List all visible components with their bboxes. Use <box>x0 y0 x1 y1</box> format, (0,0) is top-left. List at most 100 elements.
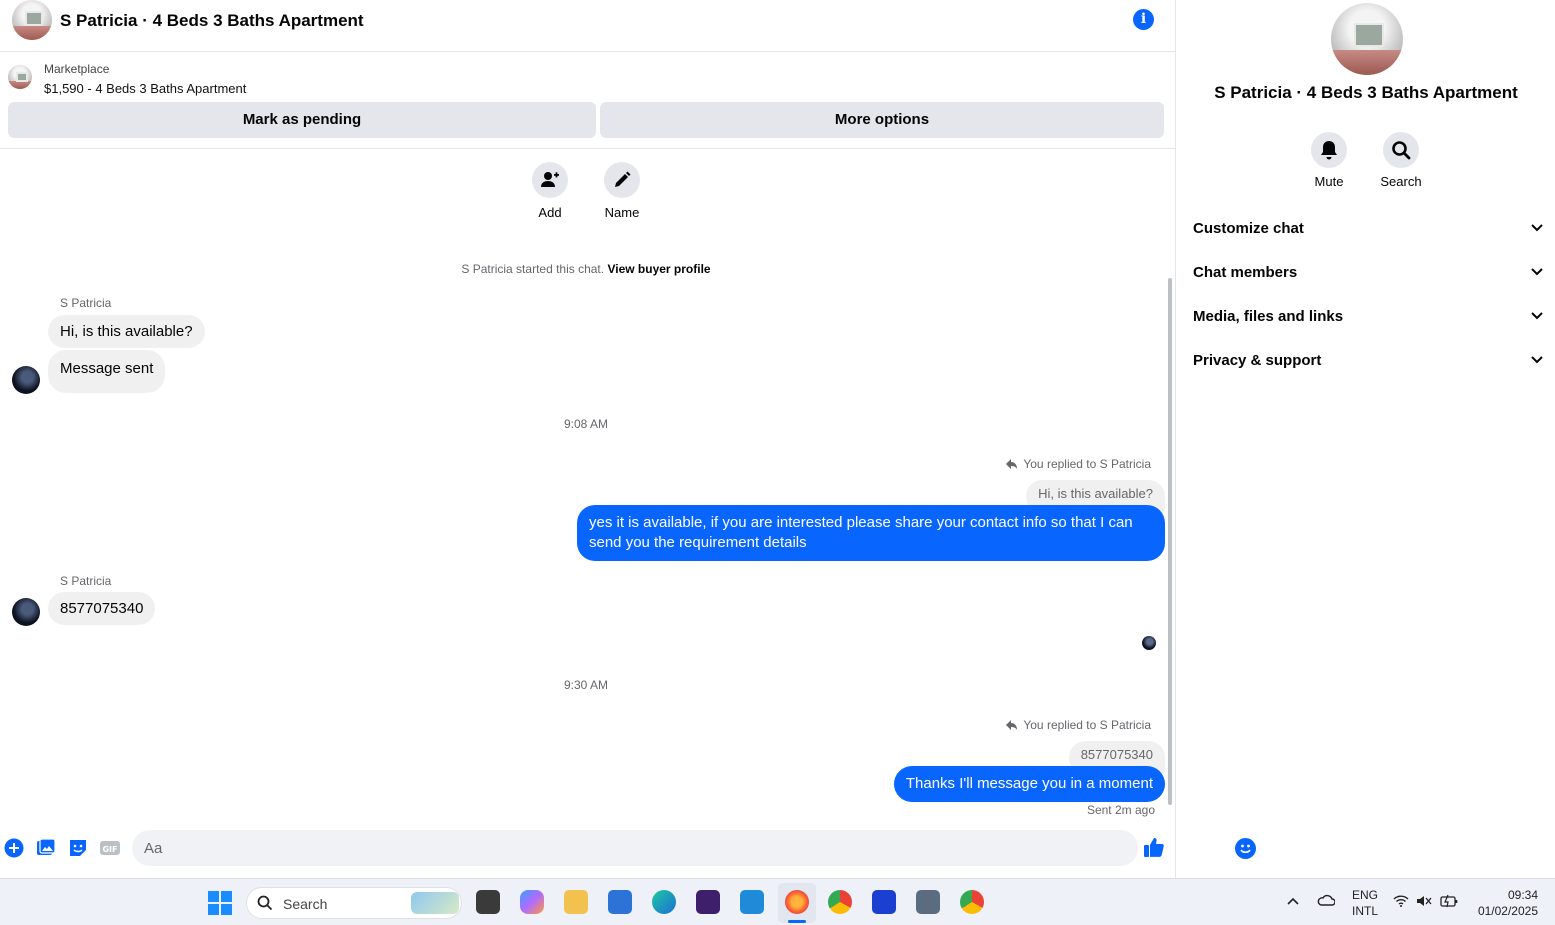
photo-icon[interactable] <box>36 838 56 858</box>
sent-status: Sent 2m ago <box>1086 803 1155 817</box>
sidebar-avatar[interactable] <box>1331 3 1403 75</box>
messenger-app: S Patricia · 4 Beds 3 Baths Apartment i … <box>0 0 1555 878</box>
add-label: Add <box>538 205 562 220</box>
mute-button[interactable]: Mute <box>1294 132 1364 189</box>
message-input[interactable] <box>144 830 1094 866</box>
chrome-profile-icon[interactable] <box>960 890 984 914</box>
chat-header: S Patricia · 4 Beds 3 Baths Apartment i <box>0 0 1176 52</box>
name-chat-button[interactable]: Name <box>587 162 657 220</box>
timestamp: 9:30 AM <box>563 678 609 692</box>
buyer-avatar[interactable] <box>12 598 40 626</box>
edge-browser-icon[interactable] <box>652 890 676 914</box>
section-label: Media, files and links <box>1193 307 1344 325</box>
chrome-icon[interactable] <box>828 890 852 914</box>
plus-circle-icon[interactable] <box>4 838 24 858</box>
dev-tool-icon[interactable] <box>696 890 720 914</box>
section-label: Privacy & support <box>1193 351 1322 369</box>
more-options-button[interactable]: More options <box>600 102 1164 138</box>
search-icon <box>1383 132 1419 168</box>
chat-started-text: S Patricia started this chat. <box>461 262 605 276</box>
listing-thumbnail[interactable] <box>8 65 32 89</box>
app-icon[interactable] <box>872 890 896 914</box>
reply-arrow-icon <box>1006 720 1018 730</box>
battery-icon[interactable] <box>1440 894 1458 908</box>
sticker-icon[interactable] <box>68 838 88 858</box>
bell-icon <box>1311 132 1347 168</box>
section-media-files-links[interactable]: Media, files and links <box>1193 301 1543 331</box>
add-people-button[interactable]: Add <box>515 162 585 220</box>
reply-label: You replied to S Patricia <box>1023 718 1151 732</box>
taskbar-search-label: Search <box>283 896 328 912</box>
timestamp: 9:08 AM <box>563 417 609 431</box>
reply-indicator: You replied to S Patricia <box>1005 457 1151 471</box>
reply-arrow-icon <box>1006 459 1018 469</box>
sender-name: S Patricia <box>60 296 112 310</box>
chevron-down-icon <box>1531 224 1543 232</box>
listing-price-title[interactable]: $1,590 - 4 Beds 3 Baths Apartment <box>44 81 246 96</box>
app-icon[interactable] <box>916 890 940 914</box>
message-composer: GIF <box>0 828 1256 868</box>
microsoft-store-icon[interactable] <box>608 890 632 914</box>
chat-started-notice: S Patricia started this chat. View buyer… <box>0 262 1172 276</box>
volume-muted-icon[interactable] <box>1416 895 1432 907</box>
message-input-box[interactable] <box>132 830 1256 866</box>
scrollbar[interactable] <box>1168 278 1172 805</box>
clock[interactable]: 09:34 01/02/2025 <box>1474 888 1538 918</box>
message-bubble-outgoing[interactable]: Thanks I'll message you in a moment <box>893 766 1165 802</box>
chat-panel: S Patricia · 4 Beds 3 Baths Apartment i … <box>0 0 1256 878</box>
file-explorer-icon[interactable] <box>564 890 588 914</box>
language-code: ENG <box>1352 888 1379 902</box>
reply-label: You replied to S Patricia <box>1023 457 1151 471</box>
message-bubble-incoming[interactable]: Hi, is this available? <box>48 315 205 348</box>
keyboard-layout: INTL <box>1352 904 1379 918</box>
listing-bar: Marketplace $1,590 - 4 Beds 3 Baths Apar… <box>0 52 1176 149</box>
pencil-icon <box>604 162 640 198</box>
reply-indicator: You replied to S Patricia <box>1005 718 1151 732</box>
message-bubble-incoming[interactable]: Message sent <box>48 350 166 393</box>
onedrive-cloud-icon[interactable] <box>1317 894 1335 906</box>
chevron-down-icon <box>1531 268 1543 276</box>
firefox-icon[interactable] <box>785 890 809 914</box>
language-indicator[interactable]: ENG INTL <box>1352 888 1378 918</box>
chevron-down-icon <box>1531 356 1543 364</box>
active-indicator <box>788 920 806 923</box>
wifi-icon[interactable] <box>1393 895 1409 907</box>
buyer-avatar[interactable] <box>12 366 40 394</box>
svg-text:GIF: GIF <box>102 845 117 854</box>
conversation-title[interactable]: S Patricia · 4 Beds 3 Baths Apartment <box>60 11 364 31</box>
seen-indicator-avatar <box>1142 636 1156 650</box>
view-buyer-profile-link[interactable]: View buyer profile <box>607 262 710 276</box>
message-bubble-incoming[interactable]: 8577075340 <box>48 592 156 625</box>
copilot-icon[interactable] <box>520 890 544 914</box>
search-label: Search <box>1380 174 1422 189</box>
add-person-icon <box>532 162 568 198</box>
search-in-chat-button[interactable]: Search <box>1366 132 1436 189</box>
chevron-down-icon <box>1531 312 1543 320</box>
info-icon[interactable]: i <box>1133 9 1154 30</box>
mute-label: Mute <box>1314 174 1344 189</box>
listing-category: Marketplace <box>44 62 110 76</box>
section-privacy-support[interactable]: Privacy & support <box>1193 345 1543 375</box>
sidebar-title: S Patricia · 4 Beds 3 Baths Apartment <box>1214 83 1518 102</box>
windows-start-icon[interactable] <box>208 891 232 915</box>
chevron-up-icon[interactable] <box>1287 897 1299 905</box>
taskbar-search-box[interactable]: Search <box>246 887 462 919</box>
thumbs-up-icon[interactable] <box>1143 836 1165 858</box>
search-icon <box>257 895 273 911</box>
mark-as-pending-button[interactable]: Mark as pending <box>8 102 596 138</box>
section-chat-members[interactable]: Chat members <box>1193 257 1543 287</box>
message-bubble-outgoing[interactable]: yes it is available, if you are interest… <box>577 505 1165 561</box>
chat-details-sidebar: S Patricia · 4 Beds 3 Baths Apartment Mu… <box>1177 0 1555 878</box>
clock-time: 09:34 <box>1507 888 1538 902</box>
section-label: Customize chat <box>1193 219 1304 237</box>
task-view-icon[interactable] <box>476 890 500 914</box>
conversation-avatar[interactable] <box>12 0 52 40</box>
name-label: Name <box>604 205 640 220</box>
vscode-icon[interactable] <box>740 890 764 914</box>
windows-taskbar: Search ENG INTL 09:34 01/02/2025 <box>0 878 1555 925</box>
gif-icon[interactable]: GIF <box>100 838 120 858</box>
sender-name: S Patricia <box>60 574 112 588</box>
section-customize-chat[interactable]: Customize chat <box>1193 213 1543 243</box>
search-highlight-image <box>411 892 459 914</box>
clock-date: 01/02/2025 <box>1477 904 1538 918</box>
